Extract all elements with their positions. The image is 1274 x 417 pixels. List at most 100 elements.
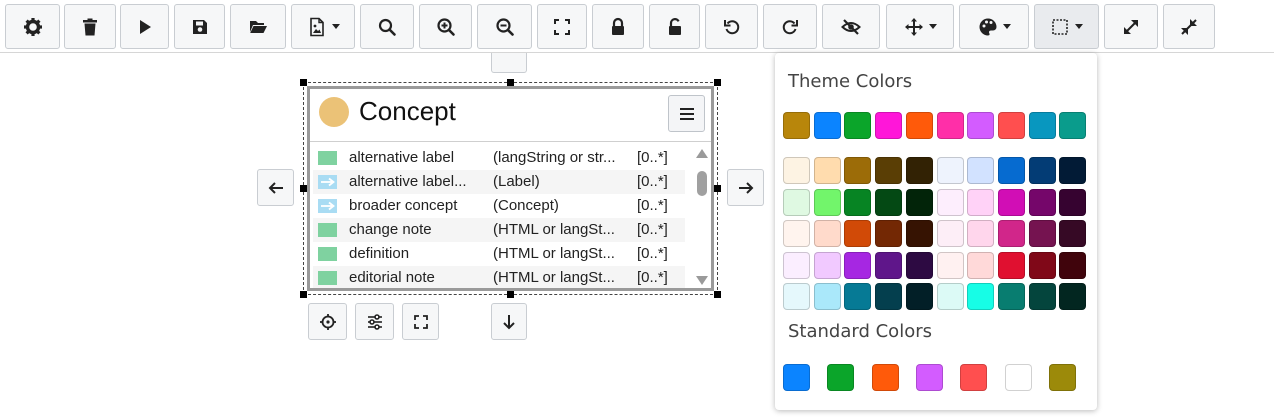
property-row[interactable]: definition (HTML or langSt... [0..*] xyxy=(313,242,685,266)
theme-shade-swatch[interactable] xyxy=(967,157,995,184)
theme-color-swatch[interactable] xyxy=(783,112,810,139)
theme-shade-swatch[interactable] xyxy=(936,251,964,279)
property-row[interactable]: alternative label (langString or str... … xyxy=(313,146,685,170)
theme-shade-swatch[interactable] xyxy=(1059,251,1087,279)
theme-shade-swatch[interactable] xyxy=(875,188,903,216)
theme-shade-swatch[interactable] xyxy=(936,283,964,310)
node-menu-button[interactable] xyxy=(668,95,705,132)
theme-shade-swatch[interactable] xyxy=(997,157,1025,184)
node-fit-button[interactable] xyxy=(402,303,439,340)
resize-handle-w[interactable] xyxy=(300,185,307,192)
expand-left-button[interactable] xyxy=(257,169,294,206)
theme-shade-swatch[interactable] xyxy=(936,157,964,184)
theme-color-swatch[interactable] xyxy=(997,112,1025,139)
play-button[interactable] xyxy=(120,4,169,49)
theme-shade-swatch[interactable] xyxy=(997,283,1025,310)
theme-color-swatch[interactable] xyxy=(1028,112,1056,139)
scroll-thumb[interactable] xyxy=(697,171,707,196)
scroll-down-arrow-icon[interactable] xyxy=(696,276,708,285)
theme-shade-swatch[interactable] xyxy=(875,283,903,310)
theme-shade-swatch[interactable] xyxy=(1028,251,1056,279)
theme-shade-swatch[interactable] xyxy=(1028,220,1056,247)
standard-color-swatch[interactable] xyxy=(1004,364,1032,391)
theme-shade-swatch[interactable] xyxy=(813,157,841,184)
border-style-button[interactable] xyxy=(1034,4,1099,49)
property-row[interactable]: broader concept (Concept) [0..*] xyxy=(313,194,685,218)
theme-shade-swatch[interactable] xyxy=(813,251,841,279)
theme-shade-swatch[interactable] xyxy=(936,220,964,247)
standard-color-swatch[interactable] xyxy=(783,364,810,391)
theme-color-swatch[interactable] xyxy=(967,112,995,139)
theme-shade-swatch[interactable] xyxy=(967,283,995,310)
theme-shade-swatch[interactable] xyxy=(813,188,841,216)
theme-shade-swatch[interactable] xyxy=(844,220,872,247)
collapse-button[interactable] xyxy=(1163,4,1215,49)
theme-shade-swatch[interactable] xyxy=(783,188,810,216)
standard-color-swatch[interactable] xyxy=(871,364,899,391)
settings-button[interactable] xyxy=(5,4,60,49)
theme-shade-swatch[interactable] xyxy=(905,251,933,279)
theme-shade-swatch[interactable] xyxy=(844,188,872,216)
theme-shade-swatch[interactable] xyxy=(1059,220,1087,247)
resize-handle-ne[interactable] xyxy=(714,79,721,86)
property-row[interactable]: change note (HTML or langSt... [0..*] xyxy=(313,218,685,242)
resize-handle-sw[interactable] xyxy=(300,291,307,298)
theme-shade-swatch[interactable] xyxy=(844,251,872,279)
theme-shade-swatch[interactable] xyxy=(905,220,933,247)
theme-shade-swatch[interactable] xyxy=(875,220,903,247)
search-button[interactable] xyxy=(360,4,414,49)
resize-handle-n[interactable] xyxy=(507,79,514,86)
resize-handle-nw[interactable] xyxy=(300,79,307,86)
theme-shade-swatch[interactable] xyxy=(1059,283,1087,310)
theme-color-swatch[interactable] xyxy=(813,112,841,139)
theme-shade-swatch[interactable] xyxy=(1028,188,1056,216)
theme-shade-swatch[interactable] xyxy=(783,251,810,279)
undo-button[interactable] xyxy=(705,4,758,49)
theme-shade-swatch[interactable] xyxy=(905,188,933,216)
delete-button[interactable] xyxy=(64,4,116,49)
theme-shade-swatch[interactable] xyxy=(967,220,995,247)
redo-button[interactable] xyxy=(763,4,817,49)
expand-up-button[interactable] xyxy=(491,53,527,73)
theme-shade-swatch[interactable] xyxy=(813,283,841,310)
lock-button[interactable] xyxy=(592,4,644,49)
theme-shade-swatch[interactable] xyxy=(813,220,841,247)
zoom-out-button[interactable] xyxy=(477,4,532,49)
theme-shade-swatch[interactable] xyxy=(967,188,995,216)
fit-view-button[interactable] xyxy=(537,4,587,49)
resize-handle-e[interactable] xyxy=(714,185,721,192)
standard-color-swatch[interactable] xyxy=(915,364,943,391)
scroll-up-arrow-icon[interactable] xyxy=(696,149,708,158)
theme-shade-swatch[interactable] xyxy=(936,188,964,216)
theme-shade-swatch[interactable] xyxy=(1028,157,1056,184)
concept-node[interactable]: Concept alternative label (langString or… xyxy=(307,86,714,291)
theme-shade-swatch[interactable] xyxy=(783,220,810,247)
color-palette-button[interactable] xyxy=(959,4,1029,49)
theme-shade-swatch[interactable] xyxy=(997,251,1025,279)
node-settings-button[interactable] xyxy=(355,303,394,340)
unlock-button[interactable] xyxy=(649,4,700,49)
theme-color-swatch[interactable] xyxy=(875,112,903,139)
theme-shade-swatch[interactable] xyxy=(875,157,903,184)
standard-color-swatch[interactable] xyxy=(960,364,988,391)
theme-shade-swatch[interactable] xyxy=(997,188,1025,216)
save-button[interactable] xyxy=(174,4,225,49)
property-row[interactable]: editorial note (HTML or langSt... [0..*] xyxy=(313,266,685,288)
zoom-in-button[interactable] xyxy=(419,4,472,49)
theme-color-swatch[interactable] xyxy=(1059,112,1087,139)
theme-shade-swatch[interactable] xyxy=(905,283,933,310)
theme-shade-swatch[interactable] xyxy=(783,283,810,310)
export-image-button[interactable] xyxy=(291,4,355,49)
theme-shade-swatch[interactable] xyxy=(1059,157,1087,184)
property-list-scrollbar[interactable] xyxy=(695,149,709,285)
theme-shade-swatch[interactable] xyxy=(967,251,995,279)
expand-down-button[interactable] xyxy=(491,303,527,340)
resize-handle-s[interactable] xyxy=(507,291,514,298)
property-row[interactable]: alternative label... (Label) [0..*] xyxy=(313,170,685,194)
theme-shade-swatch[interactable] xyxy=(844,283,872,310)
theme-shade-swatch[interactable] xyxy=(783,157,810,184)
theme-color-swatch[interactable] xyxy=(844,112,872,139)
theme-color-swatch[interactable] xyxy=(936,112,964,139)
theme-shade-swatch[interactable] xyxy=(875,251,903,279)
theme-shade-swatch[interactable] xyxy=(1028,283,1056,310)
